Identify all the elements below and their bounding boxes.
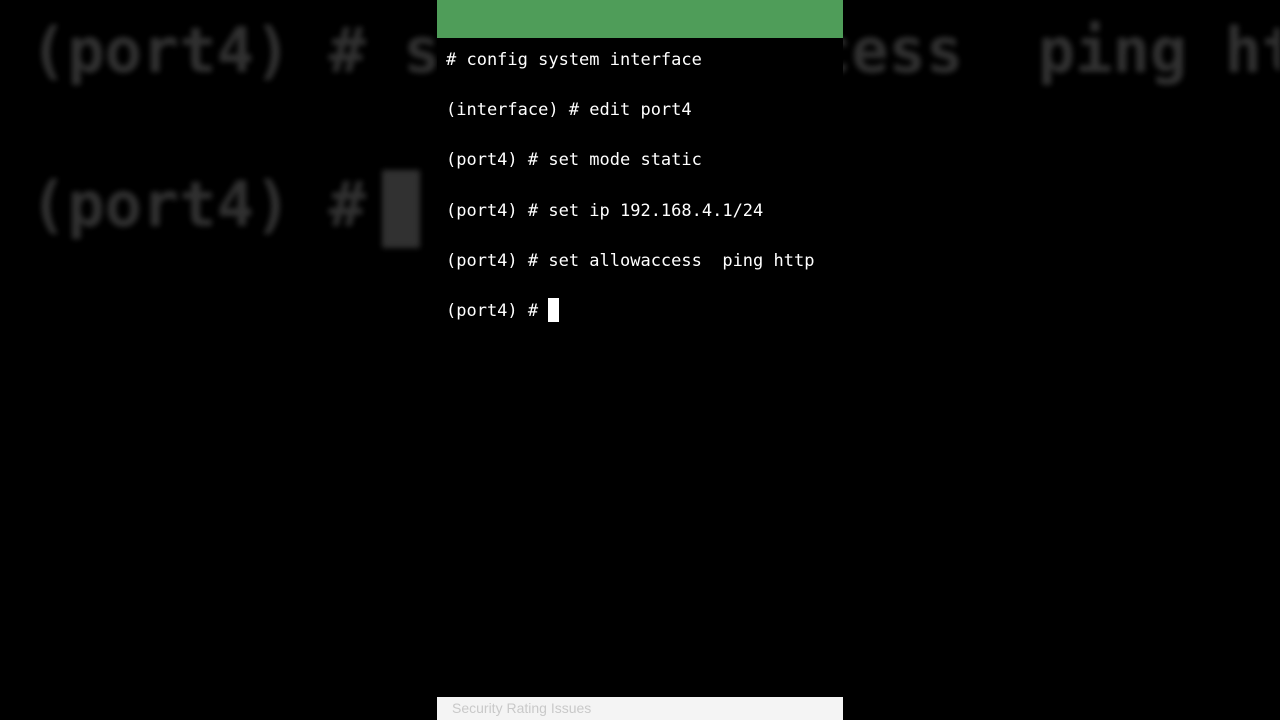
text-cursor <box>548 297 560 322</box>
terminal-line: (interface) # edit port4 <box>446 100 692 121</box>
cli-console[interactable]: # config system interface (interface) # … <box>446 46 843 347</box>
security-rating-issues-label[interactable]: Security Rating Issues <box>452 700 591 716</box>
terminal-line: (port4) # set allowaccess ping http <box>446 250 815 271</box>
terminal-line: (port4) # set ip 192.168.4.1/24 <box>446 200 764 221</box>
footer-bar: Security Rating Issues <box>437 697 843 720</box>
terminal-panel: # config system interface (interface) # … <box>437 0 843 720</box>
terminal-prompt-line[interactable]: (port4) # <box>446 297 843 347</box>
header-bar <box>437 0 843 38</box>
terminal-line: # config system interface <box>446 50 702 70</box>
video-frame: (port4) # set allowaccess ping htt (port… <box>0 0 1280 720</box>
terminal-line: (port4) # set mode static <box>446 150 702 171</box>
terminal-prompt: (port4) # <box>446 300 549 321</box>
